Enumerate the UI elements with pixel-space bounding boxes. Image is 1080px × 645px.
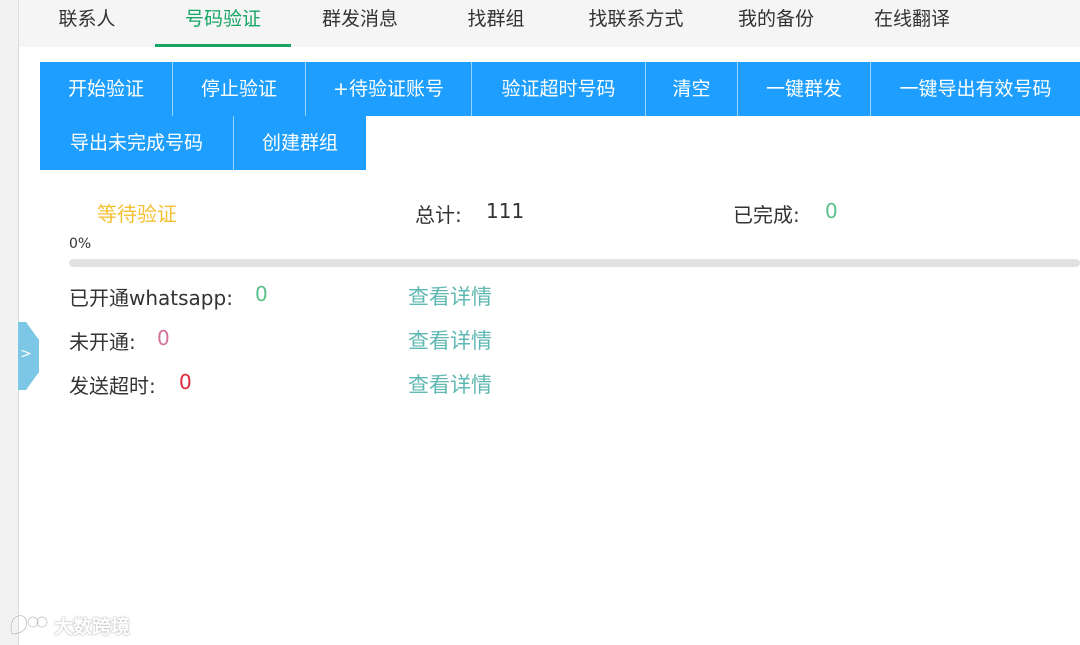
stop-verify-button[interactable]: 停止验证 [173,62,306,116]
progress-bar [69,259,1080,267]
timeout-numbers-button[interactable]: 验证超时号码 [472,62,646,116]
chevron-right-icon: > [20,346,32,362]
sidebar-expand-toggle[interactable]: > [18,322,40,390]
tab-find-contacts[interactable]: 找联系方式 [585,0,687,47]
tab-find-groups[interactable]: 找群组 [465,0,527,47]
watermark: 大数跨境 [8,610,130,640]
tab-contacts[interactable]: 联系人 [57,0,117,47]
create-group-button[interactable]: 创建群组 [234,116,366,170]
tab-my-backup[interactable]: 我的备份 [735,0,817,47]
tab-online-translate[interactable]: 在线翻译 [871,0,953,47]
watermark-text: 大数跨境 [54,615,131,638]
export-unfinished-numbers-button[interactable]: 导出未完成号码 [40,116,234,170]
total-value: 111 [486,199,525,223]
export-valid-numbers-button[interactable]: 一键导出有效号码 [871,62,1080,116]
verification-status: 等待验证 [97,202,177,226]
chat-bubble-logo-icon [9,614,48,636]
bulk-send-button[interactable]: 一键群发 [738,62,871,116]
send-timeout-label: 发送超时: [69,374,156,398]
tab-number-verification[interactable]: 号码验证 [155,0,291,47]
completed-label: 已完成: [733,203,800,227]
not-enabled-details-link[interactable]: 查看详情 [408,325,492,355]
add-pending-accounts-button[interactable]: +待验证账号 [306,62,472,116]
tab-bulk-message[interactable]: 群发消息 [319,0,401,47]
clear-button[interactable]: 清空 [646,62,738,116]
top-tab-bar: 联系人 号码验证 群发消息 找群组 找联系方式 我的备份 在线翻译 [19,0,1080,47]
whatsapp-enabled-label: 已开通whatsapp: [69,286,233,310]
total-label: 总计: [415,203,462,227]
progress-percent: 0% [69,236,92,252]
left-rail [0,0,19,645]
whatsapp-enabled-count: 0 [255,282,268,306]
whatsapp-enabled-details-link[interactable]: 查看详情 [408,281,492,311]
send-timeout-count: 0 [179,370,192,394]
not-enabled-count: 0 [157,326,170,350]
completed-value: 0 [825,199,838,223]
send-timeout-details-link[interactable]: 查看详情 [408,369,492,399]
not-enabled-label: 未开通: [69,330,136,354]
start-verify-button[interactable]: 开始验证 [40,62,173,116]
